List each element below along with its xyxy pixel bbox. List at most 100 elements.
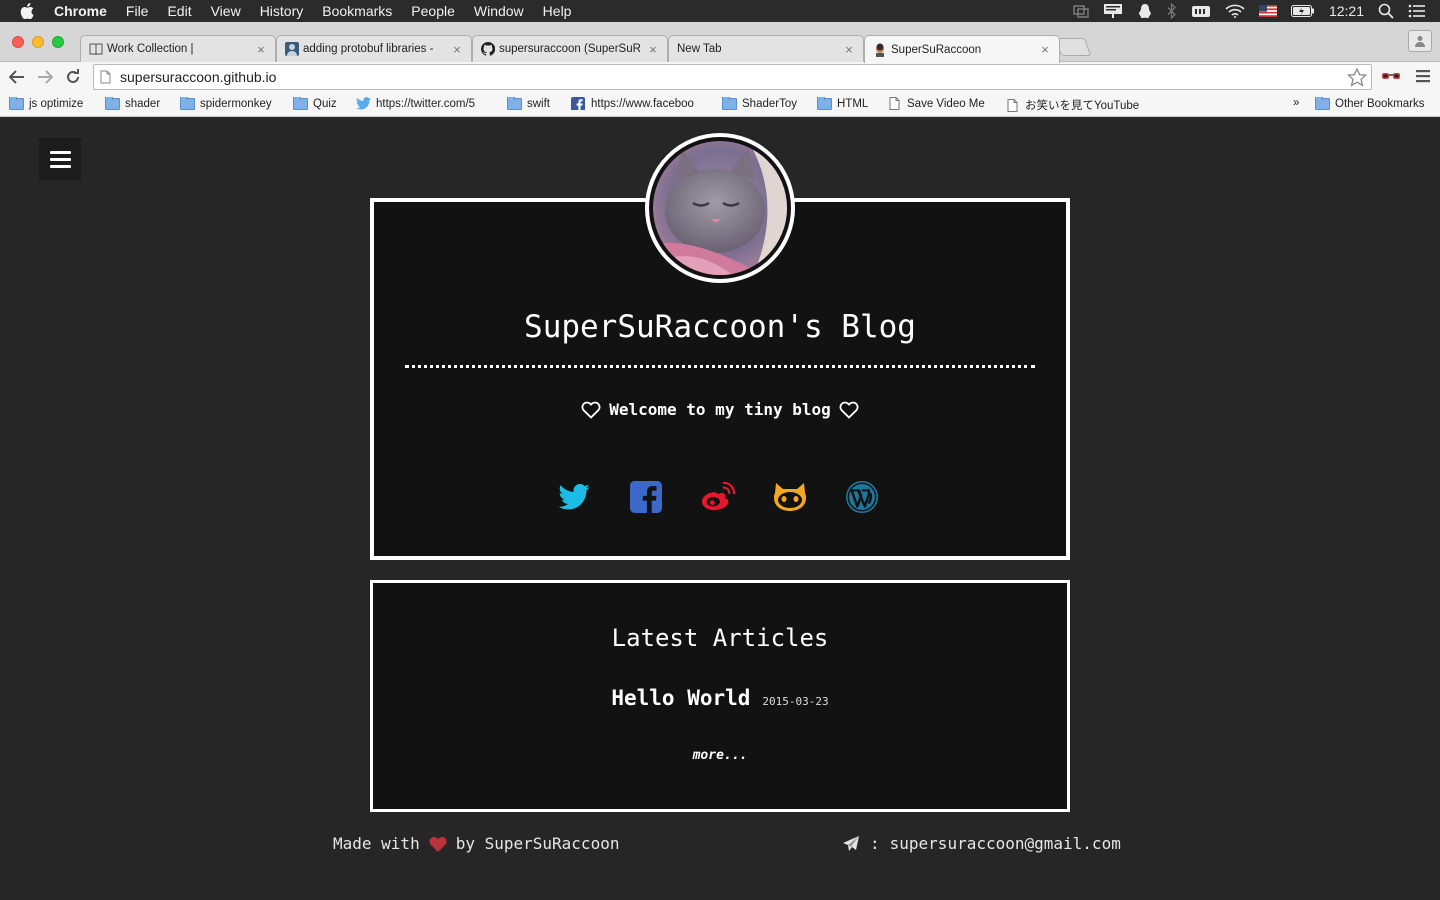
bookmark-owarai-youtube[interactable]: お笑いを見てYouTube (1004, 97, 1139, 113)
tab-new-tab[interactable]: New Tab × (668, 35, 864, 62)
tab-protobuf[interactable]: adding protobuf libraries - × (276, 35, 472, 62)
keyboard-input-icon[interactable] (1191, 4, 1211, 18)
bookmark-shadertoy[interactable]: ShaderToy (721, 97, 797, 110)
extension-glasses-icon[interactable] (1381, 69, 1401, 88)
menu-people[interactable]: People (411, 3, 455, 19)
tab-close-icon[interactable]: × (647, 42, 659, 57)
new-tab-button[interactable] (1054, 38, 1092, 56)
wordpress-icon[interactable] (845, 480, 879, 514)
address-bar[interactable]: supersuraccoon.github.io (93, 64, 1372, 90)
folder-icon (721, 97, 737, 110)
folder-icon (292, 97, 308, 110)
tab-title: Work Collection | (107, 43, 194, 55)
bookmark-label: https://www.faceboo (591, 97, 694, 110)
profile-button[interactable] (1408, 30, 1432, 52)
bookmark-facebook[interactable]: https://www.faceboo (570, 97, 706, 110)
tab-supersuraccoon-active[interactable]: SuperSuRaccoon × (864, 35, 1060, 63)
article-item: Hello World 2015-03-23 (373, 686, 1067, 710)
heart-outline-icon (839, 401, 859, 419)
url-text[interactable]: supersuraccoon.github.io (120, 69, 276, 85)
bookmark-label: swift (527, 97, 550, 110)
window-controls (12, 36, 64, 48)
menu-help[interactable]: Help (543, 3, 572, 19)
clock[interactable]: 12:21 (1329, 3, 1364, 19)
tab-close-icon[interactable]: × (255, 42, 267, 57)
welcome-message: Welcome to my tiny blog (374, 400, 1066, 419)
menu-view[interactable]: View (211, 3, 241, 19)
apple-icon[interactable] (20, 3, 36, 19)
twitter-icon[interactable] (557, 480, 591, 514)
cat-avatar-image (653, 141, 787, 275)
browser-toolbar: supersuraccoon.github.io (0, 62, 1440, 92)
latest-articles-card: Latest Articles Hello World 2015-03-23 m… (370, 580, 1070, 812)
back-arrow-icon (9, 70, 24, 84)
article-date: 2015-03-23 (762, 695, 829, 708)
menu-history[interactable]: History (260, 3, 304, 19)
notification-board-icon[interactable] (1103, 3, 1123, 19)
weibo-icon[interactable] (701, 480, 735, 514)
bookmark-swift[interactable]: swift (506, 97, 550, 110)
back-button[interactable] (7, 67, 27, 87)
bookmark-spidermonkey[interactable]: spidermonkey (179, 97, 272, 110)
zoom-window-button[interactable] (52, 36, 64, 48)
page-icon (1004, 98, 1020, 112)
article-title-link[interactable]: Hello World (611, 686, 750, 710)
nav-menu-button[interactable] (39, 138, 81, 180)
spotlight-search-icon[interactable] (1378, 3, 1394, 19)
bookmarks-overflow-chevron[interactable]: » (1293, 97, 1299, 109)
battery-icon[interactable] (1290, 5, 1315, 17)
folder-icon (816, 97, 832, 110)
close-window-button[interactable] (12, 36, 24, 48)
bookmark-save-video-me[interactable]: Save Video Me (886, 97, 985, 110)
bluetooth-icon[interactable] (1167, 3, 1177, 19)
forward-button[interactable] (35, 67, 55, 87)
folder-icon (506, 97, 522, 110)
menu-app-name[interactable]: Chrome (54, 3, 107, 19)
qq-penguin-icon[interactable] (1137, 3, 1153, 19)
notification-center-icon[interactable] (1408, 4, 1426, 18)
bookmark-twitter[interactable]: https://twitter.com/5 (355, 97, 490, 110)
bookmark-shader[interactable]: shader (104, 97, 160, 110)
bookmark-label: spidermonkey (200, 97, 272, 110)
bookmark-js-optimize[interactable]: js optimize (8, 97, 83, 110)
github-octocat-icon[interactable] (773, 480, 807, 514)
heart-icon (429, 836, 447, 852)
footer-contact: : supersuraccoon@gmail.com (842, 834, 1121, 853)
folder-icon (104, 97, 120, 110)
bookmarks-bar: js optimize shader spidermonkey Quiz htt… (0, 92, 1440, 117)
us-flag-icon[interactable] (1258, 5, 1277, 17)
bookmark-quiz[interactable]: Quiz (292, 97, 337, 110)
screen-share-icon[interactable] (1073, 4, 1089, 18)
bookmark-label: shader (125, 97, 161, 110)
facebook-icon[interactable] (629, 480, 663, 514)
wifi-icon[interactable] (1225, 4, 1245, 18)
bookmark-star-icon[interactable] (1346, 67, 1368, 92)
tab-title: New Tab (677, 43, 722, 55)
twitter-icon (355, 97, 371, 110)
paper-plane-icon (843, 835, 859, 851)
chrome-menu-icon[interactable] (1416, 69, 1430, 88)
tab-close-icon[interactable]: × (843, 42, 855, 57)
tab-github-profile[interactable]: supersuraccoon (SuperSuR × (472, 35, 668, 62)
blog-title: SuperSuRaccoon's Blog (524, 309, 916, 345)
minimize-window-button[interactable] (32, 36, 44, 48)
github-icon (481, 42, 495, 56)
tab-close-icon[interactable]: × (451, 42, 463, 57)
menu-window[interactable]: Window (474, 3, 524, 19)
menu-file[interactable]: File (126, 3, 149, 19)
tab-strip: Work Collection | × adding protobuf libr… (0, 22, 1440, 63)
tab-work-collection[interactable]: Work Collection | × (80, 35, 276, 62)
bookmark-html[interactable]: HTML (816, 97, 868, 110)
other-bookmarks[interactable]: Other Bookmarks (1314, 97, 1424, 110)
folder-icon (8, 97, 24, 110)
bookmark-label: js optimize (29, 97, 84, 110)
reload-button[interactable] (63, 67, 83, 87)
tab-close-icon[interactable]: × (1039, 42, 1051, 57)
forward-arrow-icon (38, 70, 53, 84)
folder-icon (1314, 97, 1330, 110)
page-icon (886, 97, 902, 110)
menu-edit[interactable]: Edit (167, 3, 191, 19)
menu-bookmarks[interactable]: Bookmarks (322, 3, 392, 19)
footer-email-link[interactable]: supersuraccoon@gmail.com (890, 834, 1121, 853)
more-link[interactable]: more... (373, 748, 1067, 763)
